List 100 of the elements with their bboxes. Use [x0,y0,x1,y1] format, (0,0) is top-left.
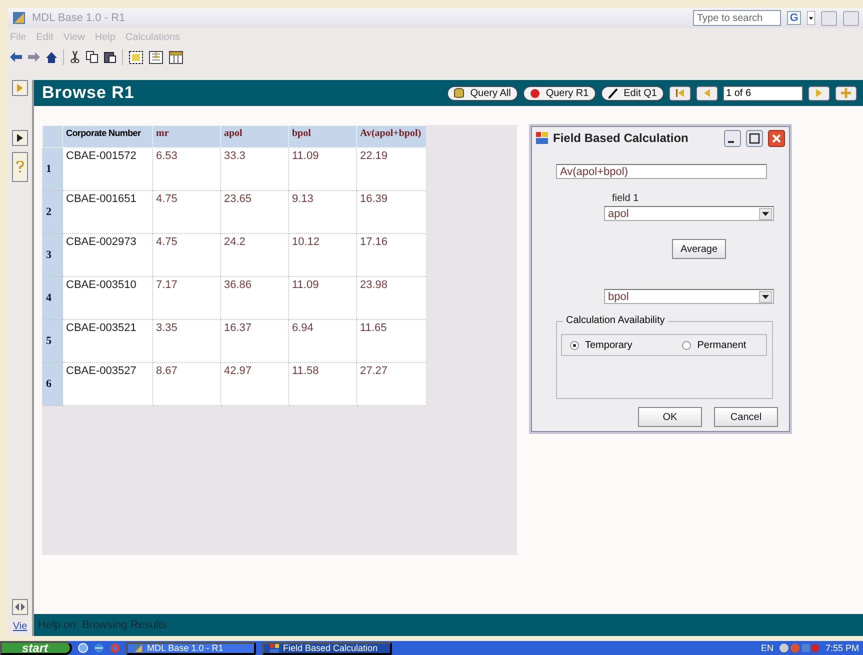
table-cell: 10.12 [288,234,356,276]
table-columns-icon[interactable] [169,50,183,64]
table-cell: 11.09 [288,148,356,190]
app-icon [134,644,144,652]
dropdown-arrow-icon [762,294,769,298]
double-arrow-icon [15,603,25,611]
toolbar-button[interactable]: Edit Q1 [600,86,664,100]
page-title: Browse R1 [42,83,136,103]
row-header[interactable]: 6 [42,362,62,406]
browser-icon[interactable] [94,643,104,653]
row-header[interactable]: 3 [42,234,62,276]
maximize-button[interactable] [746,130,763,146]
row-header[interactable]: 2 [42,190,62,234]
record-dot-icon [530,88,540,98]
import-table-icon[interactable] [149,50,163,64]
table-cell: 7.17 [152,276,220,320]
language-indicator[interactable]: EN [760,643,774,653]
table-cell: 23.98 [356,276,426,320]
average-button[interactable]: Average [672,239,726,259]
table-cell: 4.75 [152,234,220,276]
resize-button[interactable] [12,599,28,615]
first-icon [675,88,685,98]
table-cell: 27.27 [356,362,426,406]
radio-option[interactable]: Permanent [682,340,746,350]
column-header[interactable]: apol [220,126,288,148]
first-record-button[interactable] [669,86,691,100]
dropdown-icon[interactable] [807,11,815,25]
field-label: field 1 [612,193,639,204]
dropdown-field[interactable]: apol [604,206,774,221]
next-icon [815,88,823,98]
home-icon[interactable] [46,52,57,62]
formula-field[interactable]: Av(apol+bpol) [556,164,767,179]
search-engine-button[interactable]: G [787,11,801,25]
row-header[interactable]: 1 [42,148,62,190]
taskbar-item[interactable]: MDL Base 1.0 - R1 [126,642,256,654]
back-arrow-icon[interactable] [10,52,22,62]
column-header[interactable]: mr [152,126,220,148]
minimize-button[interactable] [724,130,741,146]
group-label: Calculation Availability [563,315,668,326]
help-button[interactable] [12,152,28,182]
table-cell: CBAE-003527 [62,362,152,406]
window-icon [536,132,548,144]
tray-icons-drawing[interactable] [779,643,820,653]
view-link[interactable]: Vie [12,621,28,632]
column-header[interactable]: Corporate Number [62,126,152,148]
taskbar-item[interactable]: Field Based Calculation [262,642,392,654]
table-cell: 9.13 [288,190,356,234]
table-cell: CBAE-003521 [62,320,152,362]
column-header[interactable]: Av(apol+bpol) [356,126,426,148]
search-field[interactable]: Type to search [693,10,781,26]
previous-icon [703,88,711,98]
table-cell: 16.37 [220,320,288,362]
arrow-right-icon [16,134,24,142]
table-cell: CBAE-001572 [62,148,152,190]
previous-record-button[interactable] [696,86,718,100]
table-cell: CBAE-002973 [62,234,152,276]
row-header[interactable]: 4 [42,276,62,320]
dropdown-field[interactable]: bpol [604,289,774,304]
clock: 7:55 PM [825,643,859,653]
cut-icon[interactable] [70,51,80,63]
dropdown-arrow-icon [762,212,769,216]
copy-icon[interactable] [86,51,98,63]
plus-icon [841,88,851,98]
table-cell: 17.16 [356,234,426,276]
paste-icon[interactable] [104,51,116,63]
question-mark-icon [16,161,24,173]
arrow-right-icon [16,84,24,92]
toolbar-button[interactable]: Query R1 [522,86,596,100]
radio-option[interactable]: Temporary [570,340,632,350]
window-icon [270,644,280,652]
pen-icon [608,88,618,98]
next-record-button[interactable] [808,86,830,100]
table-cell: 4.75 [152,190,220,234]
table-cell: 22.19 [356,148,426,190]
table-cell: 6.53 [152,148,220,190]
status-bar: Help on: Browsing Results [34,614,863,636]
table-corner [42,126,62,148]
ok-button[interactable]: OK [638,407,702,427]
app-icon [12,11,26,25]
select-table-icon[interactable] [129,50,143,64]
record-field[interactable]: 1 of 6 [723,86,803,100]
toolbar-button[interactable]: Query All [447,86,518,100]
forward-arrow-icon[interactable] [28,52,40,62]
table-cell: 33.3 [220,148,288,190]
table-cell: 3.35 [152,320,220,362]
start-button[interactable]: start [0,641,72,655]
window-title: MDL Base 1.0 - R1 [32,12,126,24]
table-cell: 36.86 [220,276,288,320]
table-cell: 11.65 [356,320,426,362]
database-icon [454,88,464,98]
table-cell: 8.67 [152,362,220,406]
browser-icon[interactable] [78,643,88,653]
cancel-button[interactable]: Cancel [714,407,778,427]
row-header[interactable]: 5 [42,320,62,362]
column-header[interactable]: bpol [288,126,356,148]
table-cell: 11.58 [288,362,356,406]
close-button[interactable] [768,130,785,146]
expand-button[interactable] [12,130,28,146]
table-cell: 6.94 [288,320,356,362]
add-record-button[interactable] [835,86,857,100]
